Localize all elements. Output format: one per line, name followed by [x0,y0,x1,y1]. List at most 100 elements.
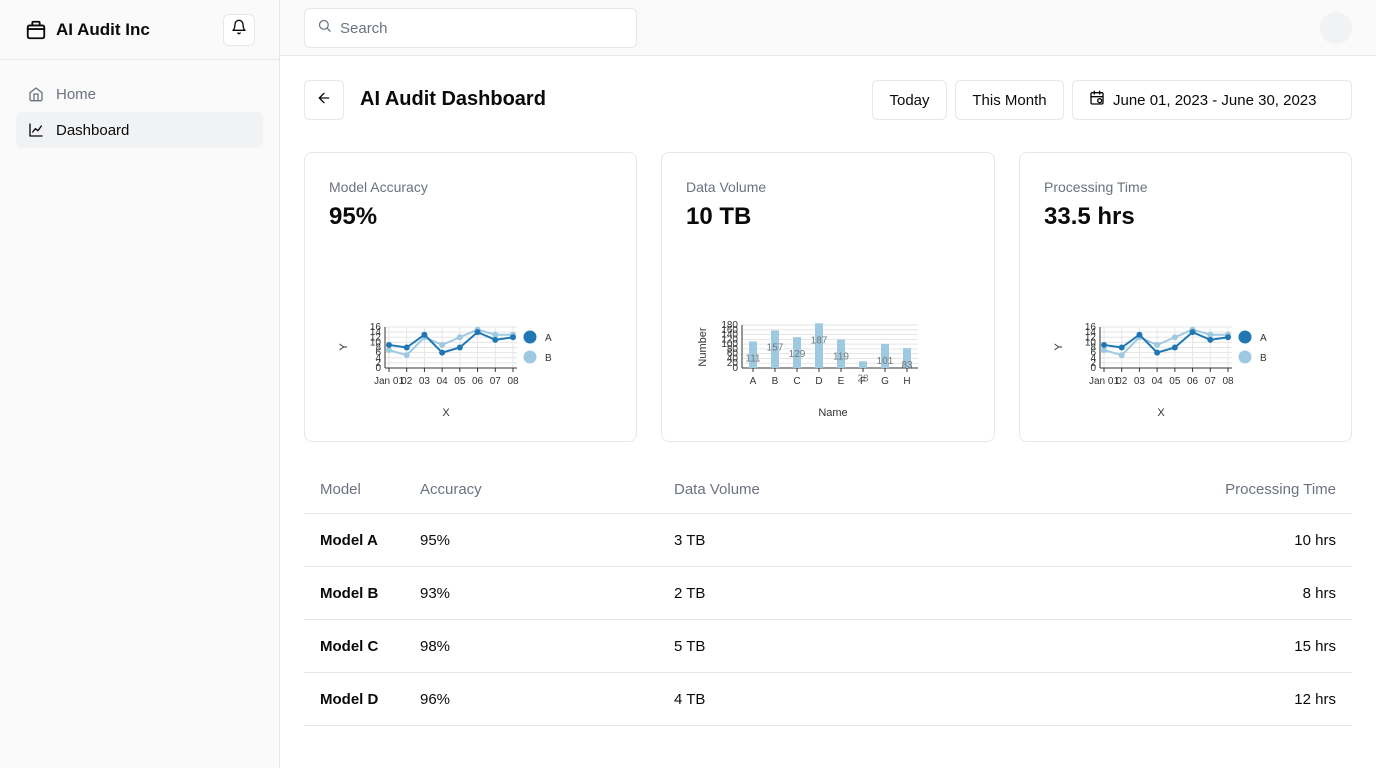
data-point [1207,331,1214,338]
cell-volume: 4 TB [674,691,706,708]
sidebar-item-dashboard[interactable]: Dashboard [16,112,263,148]
data-volume-card: Data Volume 10 TB 0 20 40 60 80 100 120 140 160 1… [661,152,995,442]
data-point [1207,336,1214,343]
data-point [492,331,499,338]
search-icon [317,18,332,38]
x-tick-label: 07 [490,376,502,387]
model-accuracy-chart: 0246810121416Jan 0102 03 04 05 06 07 08XYAB [338,322,552,419]
data-point [439,349,446,356]
x-tick-label: Jan 01 [374,376,404,387]
data-point [386,341,392,348]
x-tick-label: 06 [1187,376,1199,387]
x-tick-label: 04 [1152,376,1164,387]
processing-time-chart: 0246810121416Jan 0102 03 04 05 06 07 08XYAB [1053,322,1267,419]
cell-volume: 3 TB [674,532,706,549]
sidebar-item-home[interactable]: Home [16,76,263,112]
x-tick-label: D [815,376,822,387]
x-tick-label: 08 [507,376,519,387]
calendar-clock-icon [1089,90,1105,110]
model-accuracy-card: Model Accuracy 95% 0 2 4 6 8 10 12 14 16 Jan 01 02… [304,152,637,442]
legend-marker [1238,330,1252,344]
data-volume-chart: 020406080100120140160180111A157B129C187D… [697,320,918,419]
table-row: Model A 95% 3 TB 10 hrs [304,514,1352,567]
data-point [1154,349,1161,356]
bar-data-label: 157 [767,342,784,353]
data-point [403,344,410,351]
y-axis-label: Y [1053,343,1065,351]
sidebar-item-label: Home [56,85,97,103]
cell-model: Model A [320,532,378,549]
data-point [1171,334,1178,341]
x-axis-label: X [1157,407,1165,419]
data-point [403,352,410,359]
page-header: AI Audit Dashboard Today This Month June… [304,80,1352,120]
column-header-time: Processing Time [1225,481,1336,498]
brand-bar: AI Audit Inc [0,0,279,60]
x-tick-label: A [750,376,757,387]
line-chart-icon [28,122,44,138]
x-tick-label: 06 [472,376,484,387]
data-point [1136,331,1143,338]
y-axis-label: Number [697,327,709,366]
data-point [1189,329,1196,336]
data-point [1154,341,1161,348]
cell-volume: 5 TB [674,638,706,655]
data-point [439,341,446,348]
legend-label: A [545,333,552,344]
x-tick-label: F [860,376,866,387]
search-input[interactable] [340,19,620,37]
back-button[interactable] [304,80,344,120]
x-tick-label: 03 [1134,376,1146,387]
data-point [1118,344,1125,351]
x-tick-label: Jan 01 [1089,376,1119,387]
home-icon [28,86,44,102]
x-tick-label: 08 [1222,376,1234,387]
y-tick-label: 16 [1085,322,1097,333]
date-range-picker[interactable]: June 01, 2023 - June 30, 2023 [1072,80,1352,120]
table-row: Model B 93% 2 TB 8 hrs [304,567,1352,620]
bar-data-label: 101 [877,356,894,367]
today-button[interactable]: Today [872,80,947,120]
bar-data-label: 119 [833,352,849,363]
bar [859,361,867,368]
legend-label: B [1260,353,1267,364]
cell-accuracy: 93% [420,585,451,602]
x-tick-label: G [881,376,889,387]
brand-name: AI Audit Inc [56,19,150,39]
cell-accuracy: 96% [420,691,451,708]
x-tick-label: 04 [437,376,449,387]
table-header: Model Accuracy Data Volume Processing Ti… [304,464,1352,514]
x-tick-label: C [793,376,800,387]
sidebar-item-label: Dashboard [56,121,130,139]
x-axis-label: X [442,407,450,419]
x-tick-label: 02 [1116,376,1128,387]
x-tick-label: 05 [1169,376,1181,387]
bell-icon [231,19,247,40]
search-box[interactable] [304,8,637,48]
cell-volume: 2 TB [674,585,706,602]
data-point [1101,347,1107,354]
page-title: AI Audit Dashboard [360,88,546,110]
cell-model: Model D [320,691,379,708]
data-point [456,344,463,351]
top-bar [280,0,1376,56]
x-tick-label: 05 [454,376,466,387]
column-header-accuracy: Accuracy [420,481,482,498]
cell-time: 8 hrs [1302,585,1336,602]
date-range-label: June 01, 2023 - June 30, 2023 [1113,91,1317,109]
data-point [1171,344,1178,351]
avatar[interactable] [1320,12,1352,44]
y-axis-label: Y [338,343,350,351]
cell-accuracy: 95% [420,532,451,549]
notifications-button[interactable] [223,13,255,46]
legend-marker [1238,350,1252,364]
data-point [510,334,516,341]
y-tick-label: 180 [721,320,738,331]
data-point [474,329,481,336]
cell-model: Model B [320,585,379,602]
column-header-model: Model [320,481,361,498]
x-tick-label: 02 [401,376,413,387]
data-point [386,347,392,354]
data-point [1101,341,1107,348]
this-month-button[interactable]: This Month [955,80,1064,120]
